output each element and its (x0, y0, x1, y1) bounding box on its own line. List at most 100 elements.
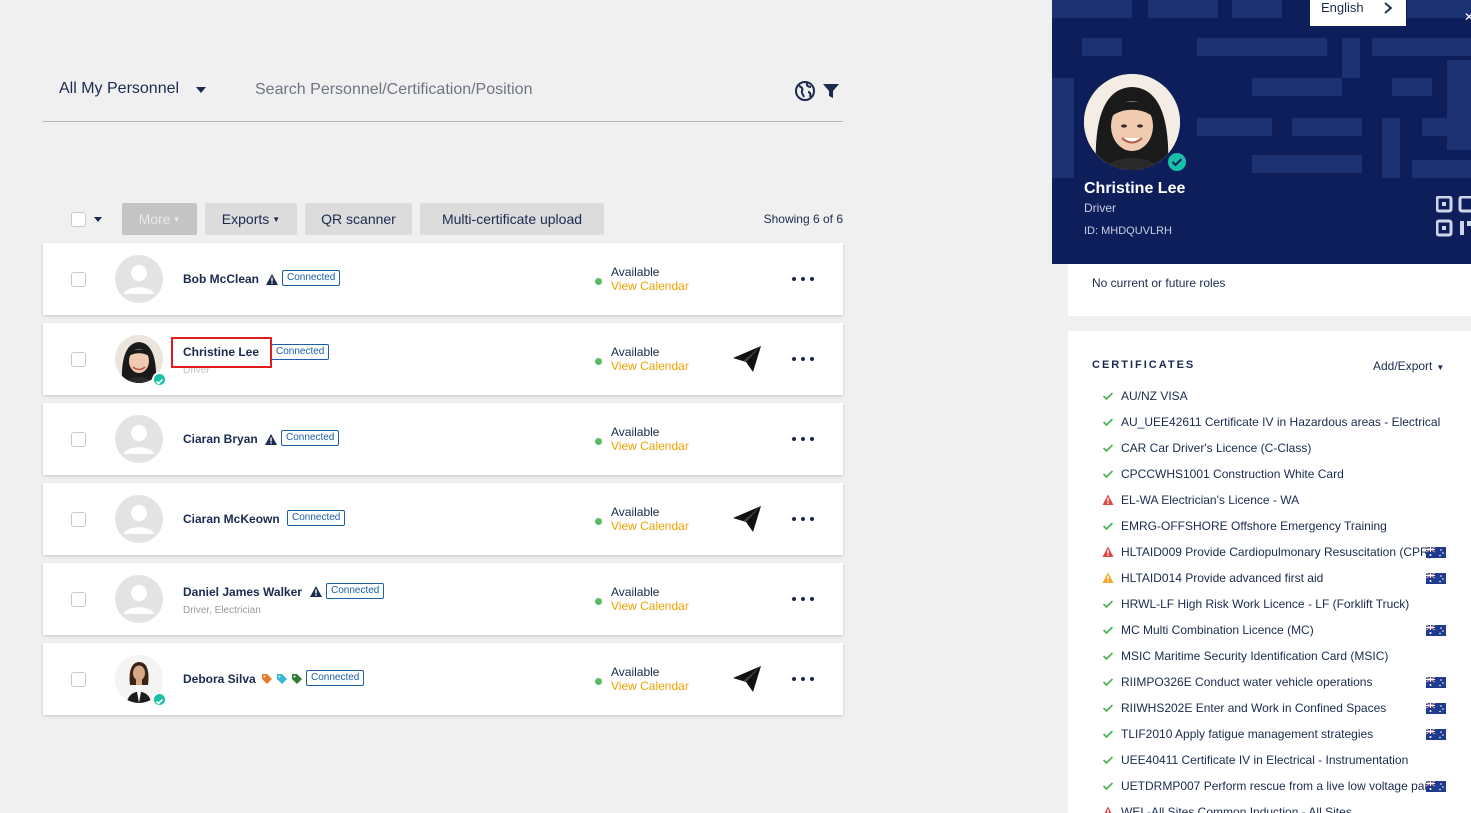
certificate-label: UETDRMP007 Perform rescue from a live lo… (1121, 779, 1441, 793)
select-all-checkbox[interactable] (71, 212, 86, 227)
certificate-item[interactable]: HLTAID009 Provide Cardiopulmonary Resusc… (1102, 544, 1471, 564)
avatar[interactable] (115, 495, 163, 543)
more-options-icon[interactable] (791, 591, 815, 607)
verified-check-icon (1166, 151, 1188, 173)
australia-flag-icon (1426, 547, 1446, 558)
row-checkbox[interactable] (71, 432, 86, 447)
orange-tag-icon (262, 674, 272, 684)
certificate-item[interactable]: AU/NZ VISA (1102, 388, 1471, 408)
default-avatar-icon (124, 425, 154, 454)
add-export-button[interactable]: Add/Export ▼ (1373, 359, 1444, 373)
certificate-item[interactable]: CPCCWHS1001 Construction White Card (1102, 466, 1471, 486)
filter-icon[interactable] (822, 82, 840, 100)
personnel-row[interactable]: Bob McClean Connected Available View Cal… (43, 243, 843, 315)
more-button[interactable]: More ▼ (122, 203, 197, 235)
personnel-row[interactable]: Christine Lee Connected Driver Available… (43, 323, 843, 395)
row-checkbox[interactable] (71, 352, 86, 367)
list-toolbar: More ▼ Exports ▼ QR scanner Multi-certific… (43, 203, 843, 235)
send-plane-icon[interactable] (732, 345, 762, 373)
certificate-item[interactable]: UETDRMP007 Perform rescue from a live lo… (1102, 778, 1471, 798)
language-label: English (1321, 0, 1364, 15)
availability-status: Available (611, 505, 660, 519)
more-options-icon[interactable] (791, 271, 815, 287)
certificate-item[interactable]: RIIWHS202E Enter and Work in Confined Sp… (1102, 700, 1471, 720)
australia-flag-icon (1426, 729, 1446, 740)
view-calendar-link[interactable]: View Calendar (611, 439, 689, 453)
more-options-icon[interactable] (791, 671, 815, 687)
certificate-item[interactable]: TLIF2010 Apply fatigue management strate… (1102, 726, 1471, 746)
view-calendar-link[interactable]: View Calendar (611, 359, 689, 373)
personnel-name[interactable]: Debora Silva (183, 672, 256, 686)
view-calendar-link[interactable]: View Calendar (611, 599, 689, 613)
qr-scanner-button[interactable]: QR scanner (305, 203, 412, 235)
personnel-scope-dropdown[interactable]: All My Personnel (59, 80, 179, 98)
caret-down-icon: ▼ (272, 214, 281, 224)
certificate-item[interactable]: HLTAID014 Provide advanced first aid (1102, 570, 1471, 590)
row-checkbox[interactable] (71, 512, 86, 527)
certificate-item[interactable]: EL-WA Electrician's Licence - WA (1102, 492, 1471, 512)
row-checkbox[interactable] (71, 272, 86, 287)
certificate-label: HLTAID014 Provide advanced first aid (1121, 571, 1324, 585)
send-plane-icon[interactable] (732, 665, 762, 693)
warning-icon (310, 586, 322, 597)
personnel-row[interactable]: Ciaran McKeown Connected Available View … (43, 483, 843, 555)
more-options-icon[interactable] (791, 431, 815, 447)
availability-status: Available (611, 345, 660, 359)
connected-badge: Connected (282, 270, 341, 286)
verified-check-icon (152, 372, 167, 387)
certificate-item[interactable]: MC Multi Combination Licence (MC) (1102, 622, 1471, 642)
personnel-row[interactable]: Daniel James Walker Connected Driver, El… (43, 563, 843, 635)
certificate-label: TLIF2010 Apply fatigue management strate… (1121, 727, 1374, 741)
close-icon[interactable]: ✕ (1464, 10, 1471, 24)
view-calendar-link[interactable]: View Calendar (611, 679, 689, 693)
globe-icon[interactable] (794, 80, 816, 102)
certificates-title: CERTIFICATES (1092, 359, 1196, 371)
view-calendar-link[interactable]: View Calendar (611, 519, 689, 533)
default-avatar-icon (124, 505, 154, 534)
avatar[interactable] (115, 575, 163, 623)
more-options-icon[interactable] (791, 511, 815, 527)
certificate-item[interactable]: WEL-All Sites Common Induction - All Sit… (1102, 804, 1471, 813)
view-calendar-link[interactable]: View Calendar (611, 279, 689, 293)
certificate-item[interactable]: RIIMPO326E Conduct water vehicle operati… (1102, 674, 1471, 694)
search-input[interactable] (255, 78, 775, 102)
warning-icon (265, 434, 277, 445)
multi-certificate-upload-button[interactable]: Multi-certificate upload (420, 203, 604, 235)
certificate-item[interactable]: HRWL-LF High Risk Work Licence - LF (For… (1102, 596, 1471, 616)
certificate-item[interactable]: AU_UEE42611 Certificate IV in Hazardous … (1102, 414, 1471, 434)
personnel-name[interactable]: Ciaran McKeown (183, 512, 280, 526)
certificate-item[interactable]: MSIC Maritime Security Identification Ca… (1102, 648, 1471, 668)
australia-flag-icon (1426, 573, 1446, 584)
row-checkbox[interactable] (71, 592, 86, 607)
exports-button-label: Exports (221, 211, 270, 227)
availability-status: Available (611, 665, 660, 679)
certificate-label: MC Multi Combination Licence (MC) (1121, 623, 1314, 637)
personnel-name[interactable]: Bob McClean (183, 272, 259, 286)
certificate-item[interactable]: CAR Car Driver's Licence (C-Class) (1102, 440, 1471, 460)
certificate-item[interactable]: UEE40411 Certificate IV in Electrical - … (1102, 752, 1471, 772)
row-checkbox[interactable] (71, 672, 86, 687)
personnel-row[interactable]: Debora Silva Connected Available View Ca… (43, 643, 843, 715)
chevron-down-icon[interactable] (196, 87, 206, 93)
certificate-label: EL-WA Electrician's Licence - WA (1121, 493, 1300, 507)
chevron-right-icon[interactable] (1382, 1, 1394, 15)
chevron-down-icon[interactable] (94, 217, 102, 222)
warning-icon (266, 274, 278, 285)
more-options-icon[interactable] (791, 351, 815, 367)
personnel-row[interactable]: Ciaran Bryan Connected Available View Ca… (43, 403, 843, 475)
avatar[interactable] (115, 255, 163, 303)
showing-count: Showing 6 of 6 (763, 212, 843, 226)
selection-highlight-box (171, 337, 272, 368)
personnel-name[interactable]: Ciaran Bryan (183, 432, 258, 446)
exports-button[interactable]: Exports ▼ (205, 203, 297, 235)
personnel-name[interactable]: Daniel James Walker (183, 585, 302, 599)
avatar[interactable] (115, 415, 163, 463)
certificate-item[interactable]: EMRG-OFFSHORE Offshore Emergency Trainin… (1102, 518, 1471, 538)
qr-code-icon[interactable] (1436, 196, 1471, 240)
send-plane-icon[interactable] (732, 505, 762, 533)
green-tag-icon (292, 674, 302, 684)
profile-role: Driver (1084, 201, 1116, 215)
available-status-dot (595, 278, 602, 285)
profile-avatar[interactable] (1084, 74, 1180, 170)
certificate-label: AU/NZ VISA (1121, 389, 1188, 403)
